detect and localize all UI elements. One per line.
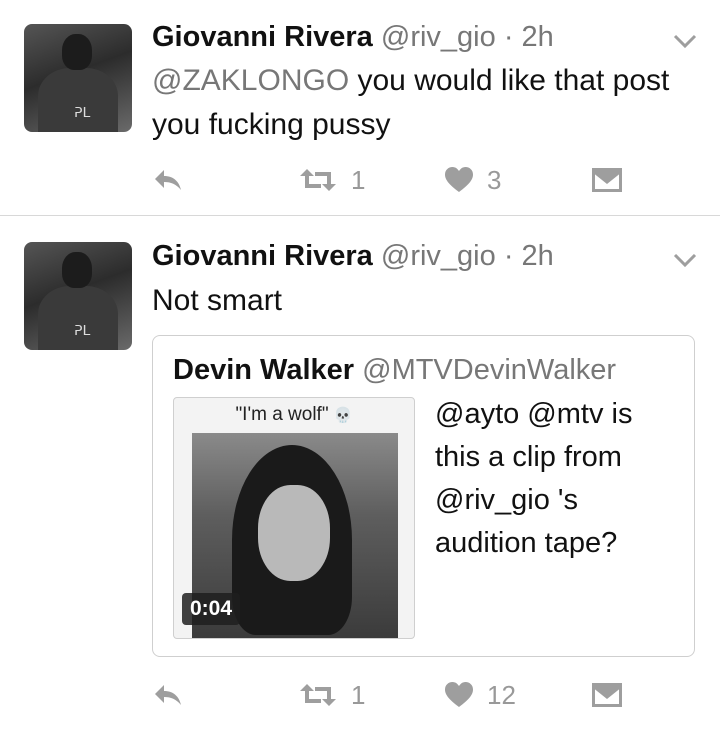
reply-icon [155, 685, 181, 705]
direct-message-button[interactable] [592, 675, 622, 715]
video-duration: 0:04 [182, 593, 241, 625]
chevron-down-icon[interactable] [672, 251, 698, 269]
retweet-button[interactable]: 1 [299, 675, 365, 715]
media-caption-text: "I'm a wolf" [235, 404, 329, 425]
skull-emoji: 💀 [333, 407, 353, 424]
avatar[interactable]: ᕈᒪ [24, 242, 132, 350]
mention-link[interactable]: @ZAKLONGO [152, 64, 349, 97]
direct-message-button[interactable] [592, 160, 622, 200]
retweet-button[interactable]: 1 [299, 160, 365, 200]
video-thumbnail[interactable]: "I'm a wolf" 💀 0:04 [173, 397, 415, 639]
quoted-user-handle: @MTVDevinWalker [362, 354, 617, 386]
tweet-2[interactable]: ᕈᒪ Giovanni Rivera @riv_gio · 2h Not sma… [0, 216, 720, 731]
like-button[interactable]: 12 [445, 675, 516, 715]
heart-icon [445, 167, 473, 192]
retweet-count: 1 [351, 164, 366, 195]
like-button[interactable]: 3 [445, 160, 501, 200]
tweet-text: @ZAKLONGO you would like that post you f… [152, 59, 702, 147]
retweet-icon [300, 684, 336, 706]
avatar[interactable]: ᕈᒪ [24, 24, 132, 132]
reply-button[interactable] [152, 675, 184, 715]
tweet-actions: 1 12 [152, 675, 632, 715]
tweet-header: Giovanni Rivera @riv_gio · 2h [152, 21, 554, 54]
quoted-tweet-text: @ayto @mtv is this a clip from @riv_gio … [435, 398, 633, 559]
tweet-actions: 1 3 [152, 160, 632, 200]
display-name[interactable]: Giovanni Rivera [152, 240, 373, 272]
media-caption: "I'm a wolf" 💀 [174, 404, 414, 426]
like-count: 12 [487, 679, 516, 710]
reply-button[interactable] [152, 160, 184, 200]
direct-message-icon [592, 683, 622, 707]
user-handle[interactable]: @riv_gio [381, 240, 496, 272]
timestamp[interactable]: 2h [522, 240, 554, 272]
timestamp[interactable]: 2h [522, 21, 554, 53]
retweet-icon [300, 169, 336, 191]
tweet-1[interactable]: ᕈᒪ Giovanni Rivera @riv_gio · 2h @ZAKLON… [0, 0, 720, 215]
reply-icon [155, 170, 181, 190]
display-name[interactable]: Giovanni Rivera [152, 21, 373, 53]
quoted-tweet-header: Devin Walker @MTVDevinWalker [173, 354, 616, 387]
separator-dot: · [503, 21, 514, 53]
user-handle[interactable]: @riv_gio [381, 21, 496, 53]
heart-icon [445, 682, 473, 707]
direct-message-icon [592, 168, 622, 192]
tweet-text: Not smart [152, 284, 283, 317]
like-count: 3 [487, 164, 502, 195]
retweet-count: 1 [351, 679, 366, 710]
quoted-display-name: Devin Walker [173, 354, 355, 386]
tweet-header: Giovanni Rivera @riv_gio · 2h [152, 240, 554, 273]
quoted-tweet[interactable]: Devin Walker @MTVDevinWalker "I'm a wolf… [152, 335, 695, 657]
chevron-down-icon[interactable] [672, 32, 698, 50]
separator-dot: · [503, 240, 514, 272]
